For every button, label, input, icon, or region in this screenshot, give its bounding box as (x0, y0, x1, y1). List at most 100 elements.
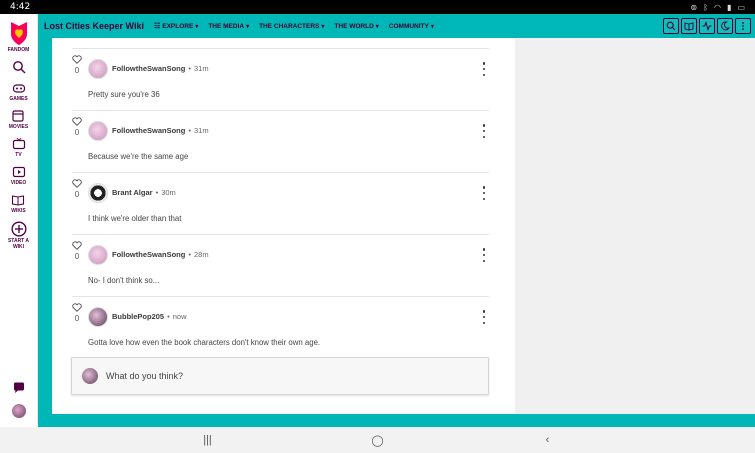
menu-label: THE CHARACTERS (259, 22, 320, 30)
search-button[interactable] (663, 18, 679, 34)
comment-item: 0 FollowtheSwanSong • 31m Pretty sure yo… (72, 49, 489, 111)
like-count: 0 (74, 252, 80, 261)
avatar[interactable] (88, 183, 108, 203)
menu-label: THE WORLD (334, 22, 374, 30)
comment-text: Gotta love how even the book characters … (88, 338, 321, 347)
comment-item: 0 BubblePop205 • now Gotta love how even… (72, 297, 489, 355)
username[interactable]: FollowtheSwanSong (112, 64, 185, 73)
comment-meta: FollowtheSwanSong • 31m (112, 126, 209, 135)
avatar[interactable] (88, 121, 108, 141)
activity-button[interactable] (699, 18, 715, 34)
heart-icon (72, 117, 82, 126)
more-options-icon[interactable] (481, 310, 487, 324)
avatar[interactable] (88, 59, 108, 79)
like-control[interactable]: 0 (72, 303, 82, 323)
rail-search[interactable] (12, 60, 26, 74)
menu-community[interactable]: COMMUNITY ▾ (389, 22, 434, 30)
menu-label: EXPLORE (162, 22, 194, 30)
rail-label-tv: TV (15, 152, 22, 158)
menu-the-characters[interactable]: THE CHARACTERS ▾ (259, 22, 324, 30)
android-nav-bar: ||| ◯ ‹ (0, 427, 755, 453)
chevron-down-icon: ▾ (321, 23, 325, 30)
menu-the-media[interactable]: THE MEDIA ▾ (208, 22, 249, 30)
timestamp: 30m (161, 188, 176, 197)
avatar[interactable] (88, 307, 108, 327)
more-options-icon[interactable] (481, 248, 487, 262)
search-icon (666, 21, 676, 31)
like-control[interactable]: 0 (72, 117, 82, 137)
rail-start-a-wiki[interactable]: START A WIKI (7, 221, 31, 250)
timestamp: 31m (193, 126, 209, 135)
like-control[interactable]: 0 (72, 241, 82, 261)
reply-placeholder: What do you think? (106, 371, 184, 381)
rail-movies[interactable]: MOVIES (9, 109, 28, 130)
chat-icon[interactable] (12, 381, 26, 395)
rail-video[interactable]: VIDEO (10, 165, 27, 186)
clock: 4:42 (10, 2, 31, 12)
rail-label-games: GAMES (9, 96, 28, 102)
comment-text: Because we're the same age (88, 152, 189, 161)
separator: • (188, 126, 191, 135)
movies-icon (12, 110, 25, 122)
right-rail (515, 38, 755, 414)
fandom-logo[interactable] (9, 20, 29, 46)
chevron-down-icon: ▾ (195, 23, 199, 30)
games-icon (12, 84, 25, 93)
like-count: 0 (74, 66, 80, 75)
like-count: 0 (74, 314, 80, 323)
recent-apps-button[interactable]: ||| (193, 434, 223, 446)
username[interactable]: Brant Algar (112, 188, 153, 197)
read-button[interactable] (681, 18, 697, 34)
like-control[interactable]: 0 (72, 179, 82, 199)
rail-label-wikis: WIKIS (11, 208, 26, 214)
more-options-icon[interactable] (481, 62, 487, 76)
video-icon (12, 166, 25, 178)
moon-icon (721, 21, 730, 31)
wikis-icon (12, 195, 25, 206)
activity-icon (702, 21, 712, 31)
dark-mode-button[interactable] (717, 18, 733, 34)
separator: • (155, 188, 159, 197)
rail-label-video: VIDEO (10, 180, 27, 186)
rail-tv[interactable]: TV (12, 137, 26, 158)
username[interactable]: BubblePop205 (112, 312, 164, 321)
rail-games[interactable]: GAMES (9, 81, 28, 102)
book-icon (684, 22, 694, 31)
avatar[interactable] (88, 245, 108, 265)
fandom-global-nav: FANDOM GAMES MOVIES TV VIDEO WIKIS START… (0, 14, 38, 427)
timestamp: now (172, 312, 187, 321)
more-options-icon[interactable] (481, 124, 487, 138)
comment-text: No- I don't think so... (88, 276, 160, 285)
reply-input[interactable]: What do you think? (71, 357, 489, 395)
more-button[interactable] (735, 18, 751, 34)
heart-icon (72, 179, 82, 188)
timestamp: 28m (193, 250, 209, 259)
plus-circle-icon (10, 221, 27, 237)
bluetooth-icon: ᛒ (703, 2, 709, 12)
system-icons: ⊚ ᛒ ◠ ▮ ▭ (691, 3, 745, 12)
search-icon (12, 61, 25, 74)
comment-meta: BubblePop205 • now (112, 312, 187, 321)
rail-wikis[interactable]: WIKIS (11, 193, 26, 214)
signal-icon: ▮ (727, 2, 732, 12)
separator: • (167, 312, 170, 321)
comments-panel: 0 FollowtheSwanSong • 31m Pretty sure yo… (52, 38, 515, 414)
heart-icon (72, 55, 82, 64)
comment-item: 0 FollowtheSwanSong • 31m Because we're … (72, 111, 489, 173)
separator: • (188, 250, 191, 259)
more-options-icon[interactable] (481, 186, 487, 200)
link-icon: ⊚ (690, 2, 698, 12)
username[interactable]: FollowtheSwanSong (112, 250, 185, 259)
header-tools (663, 18, 751, 34)
menu-explore[interactable]: ☷ EXPLORE ▾ (154, 22, 199, 31)
username[interactable]: FollowtheSwanSong (112, 126, 185, 135)
menu-the-world[interactable]: THE WORLD ▾ (334, 22, 378, 30)
back-button[interactable]: ‹ (533, 434, 563, 446)
fandom-label: FANDOM (7, 47, 30, 53)
like-control[interactable]: 0 (72, 55, 82, 75)
user-avatar[interactable] (10, 403, 27, 419)
tv-icon (12, 137, 25, 150)
wiki-title[interactable]: Lost Cities Keeper Wiki (44, 21, 144, 31)
home-button[interactable]: ◯ (363, 434, 393, 447)
separator: • (188, 64, 191, 73)
